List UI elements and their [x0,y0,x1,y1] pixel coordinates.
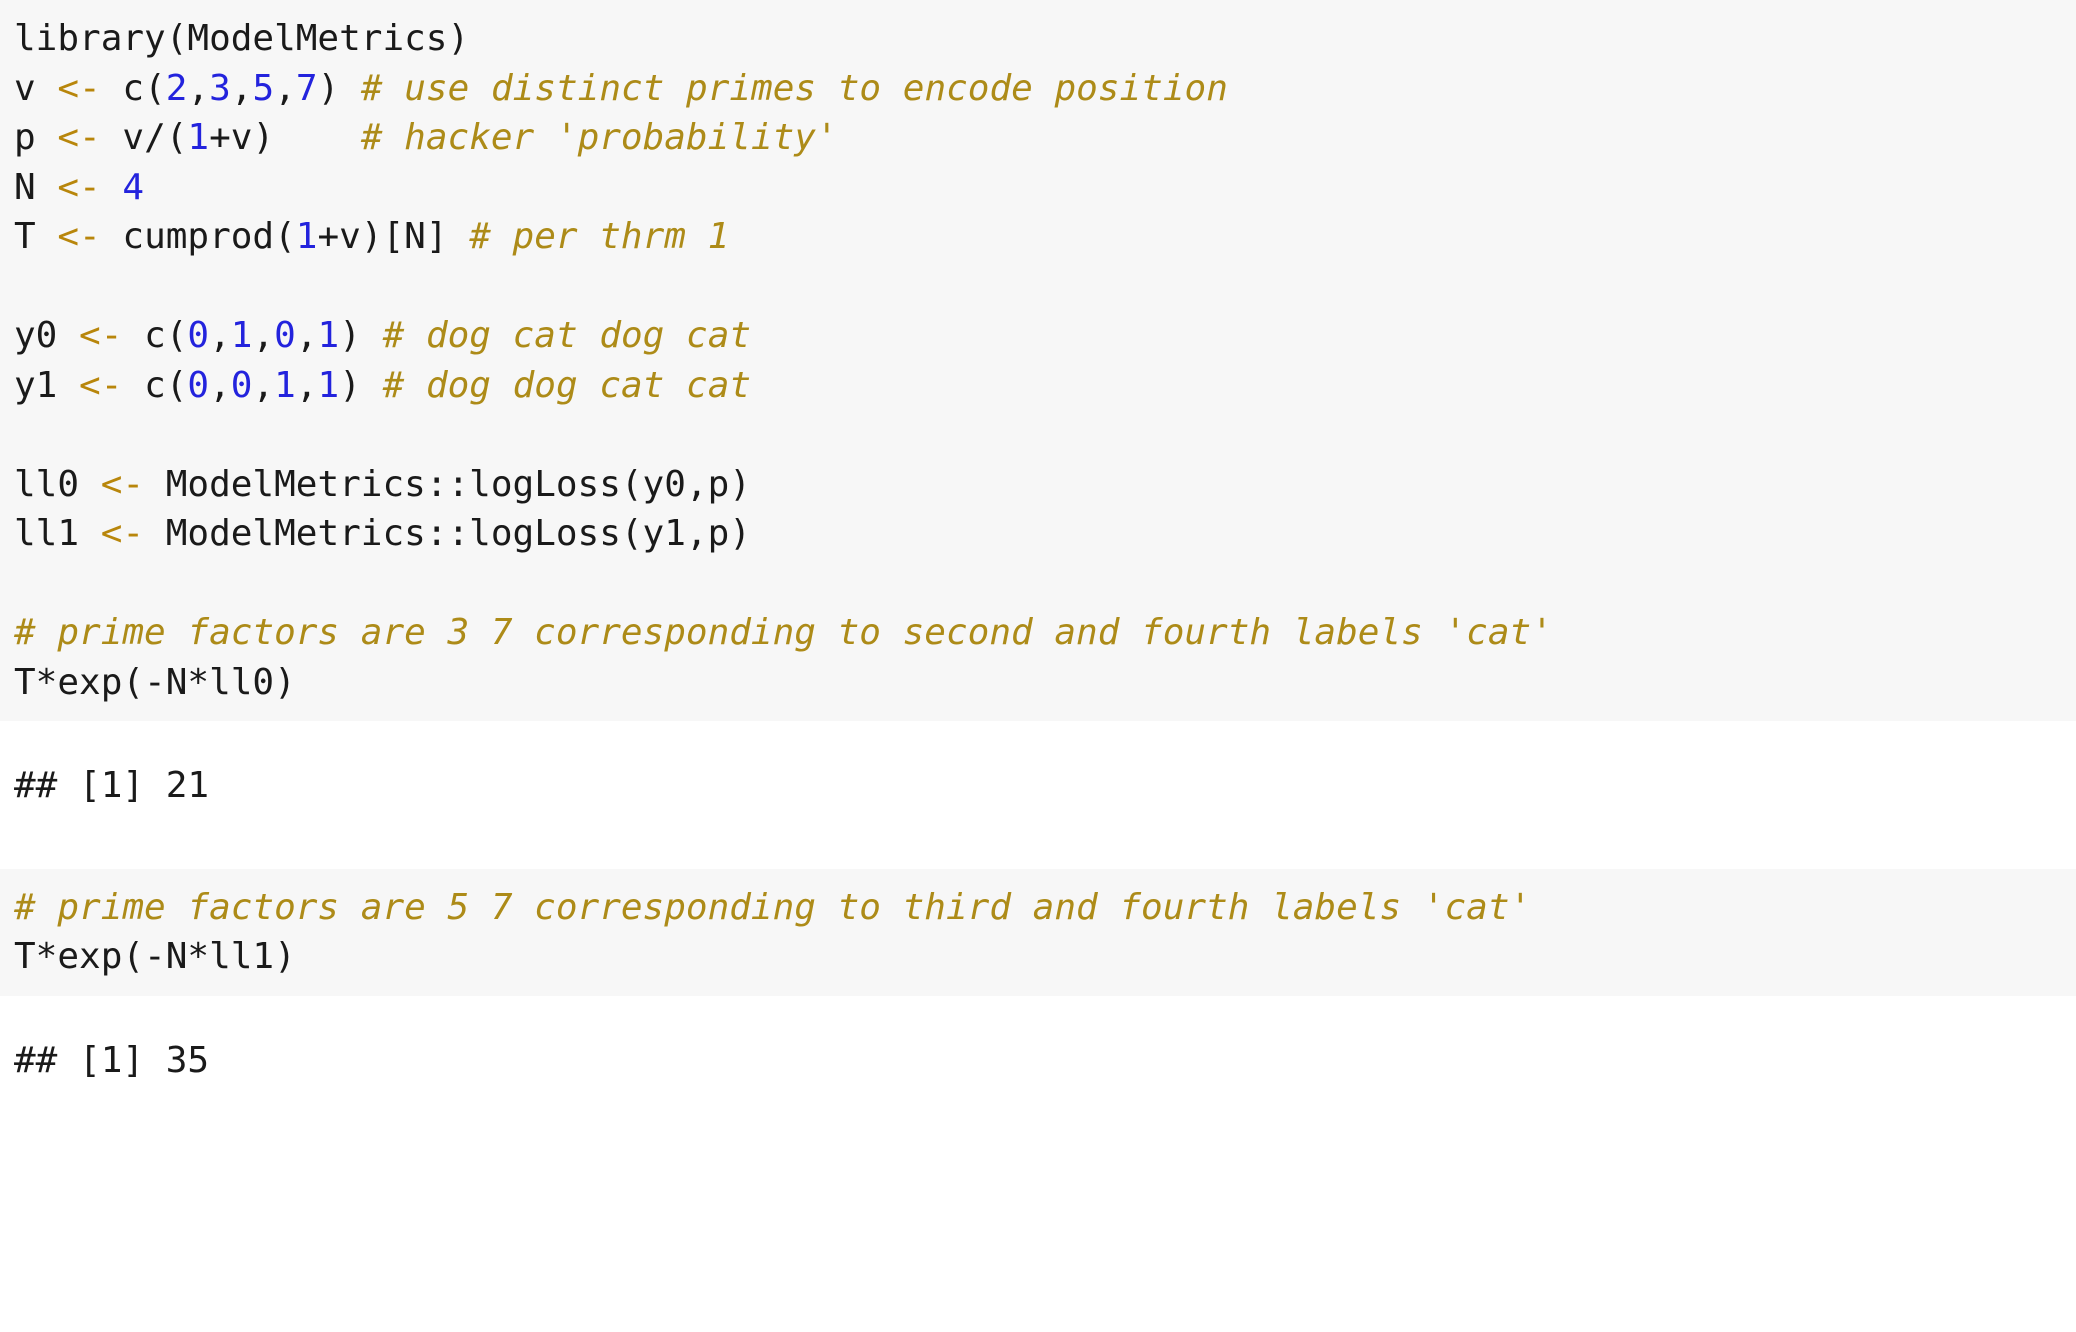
token-plain: , [230,67,253,109]
code-output-block: ## [1] 21 [0,735,2076,837]
token-num: 3 [209,67,231,109]
token-com: # prime factors are 5 7 corresponding to… [14,886,1532,928]
code-line: y0 <- c(0,1,0,1) # dog cat dog cat [14,311,2076,361]
token-op: <- [57,67,101,109]
output-line: ## [1] 35 [14,1036,2076,1086]
token-plain: ) [339,364,383,406]
token-plain: c( [100,67,166,109]
code-document: library(ModelMetrics) v <- c(2,3,5,7) # u… [0,0,2076,1332]
token-plain: , [295,364,318,406]
token-plain: ll1 [14,513,101,554]
token-plain: N [14,166,58,208]
code-line: y1 <- c(0,0,1,1) # dog dog cat cat [14,361,2076,411]
token-plain: +v) [209,117,361,158]
token-plain: +v)[N] [317,216,470,257]
token-plain: c( [122,364,188,406]
token-op: <- [57,117,101,158]
code-line: ll0 <- ModelMetrics::logLoss(y0,p) [14,460,2076,510]
token-plain: T [14,216,58,257]
token-com: # dog cat dog cat [382,315,752,356]
token-com: # dog dog cat cat [382,364,752,406]
token-num: 0 [187,315,210,356]
token-com: # prime factors are 3 7 corresponding to… [14,612,1553,653]
token-plain: ## [1] 35 [14,1039,210,1081]
chunk-spacer [0,836,2076,869]
token-plain: ModelMetrics::logLoss(y1,p) [144,513,751,554]
token-num: 0 [274,315,296,356]
token-op: <- [79,364,123,406]
token-plain: T*exp(-N*ll0) [14,661,296,703]
code-line: # prime factors are 5 7 corresponding to… [14,883,2076,933]
code-output-block: ## [1] 35 [0,1009,2076,1111]
token-num: 1 [187,117,210,158]
token-plain: p [14,117,58,158]
code-line: p <- v/(1+v) # hacker 'probability' [14,113,2076,163]
code-line: v <- c(2,3,5,7) # use distinct primes to… [14,64,2076,114]
token-plain: library(ModelMetrics) [14,18,470,59]
code-line: T*exp(-N*ll1) [14,932,2076,982]
code-line: T*exp(-N*ll0) [14,658,2076,708]
code-line: ll1 <- ModelMetrics::logLoss(y1,p) [14,509,2076,559]
code-line: N <- 4 [14,163,2076,213]
chunk-spacer [0,721,2076,735]
token-com: # per thrm 1 [469,216,730,257]
token-plain: ## [1] 21 [14,765,210,806]
token-num: 0 [187,364,210,406]
token-plain: y0 [14,315,80,356]
token-plain: ModelMetrics::logLoss(y0,p) [144,463,751,505]
token-plain: , [295,315,318,356]
code-block[interactable]: # prime factors are 5 7 corresponding to… [0,868,2076,996]
token-plain: ll0 [14,463,101,505]
token-plain: v/( [100,117,188,158]
token-plain: , [252,364,275,406]
token-op: <- [57,166,101,208]
token-num: 5 [252,67,275,109]
token-plain: , [274,67,296,109]
code-line: T <- cumprod(1+v)[N] # per thrm 1 [14,212,2076,262]
token-plain: ) [317,67,361,109]
token-num: 1 [317,364,340,406]
code-line: # prime factors are 3 7 corresponding to… [14,608,2076,658]
token-num: 1 [317,315,340,356]
code-line: library(ModelMetrics) [14,14,2076,64]
token-plain: c( [122,315,188,356]
token-op: <- [57,216,101,257]
token-num: 1 [230,315,253,356]
token-com: # use distinct primes to encode position [360,67,1228,109]
token-com: # hacker 'probability' [360,117,838,158]
token-plain: cumprod( [100,216,296,257]
token-plain: T*exp(-N*ll1) [14,936,296,977]
token-num: 4 [122,166,145,208]
token-num: 1 [274,364,296,406]
token-plain: v [14,67,58,109]
token-op: <- [100,463,145,505]
token-num: 7 [295,67,318,109]
token-plain: y1 [14,364,80,406]
code-block[interactable]: library(ModelMetrics) v <- c(2,3,5,7) # u… [0,0,2076,721]
token-plain: ) [339,315,383,356]
token-num: 0 [230,364,253,406]
token-op: <- [100,513,145,554]
token-plain: , [209,315,231,356]
token-num: 2 [165,67,188,109]
token-plain: , [187,67,210,109]
token-op: <- [79,315,123,356]
token-plain: , [252,315,275,356]
token-plain: , [209,364,231,406]
token-num: 1 [295,216,318,257]
chunk-spacer [0,995,2076,1010]
output-line: ## [1] 21 [14,761,2076,811]
